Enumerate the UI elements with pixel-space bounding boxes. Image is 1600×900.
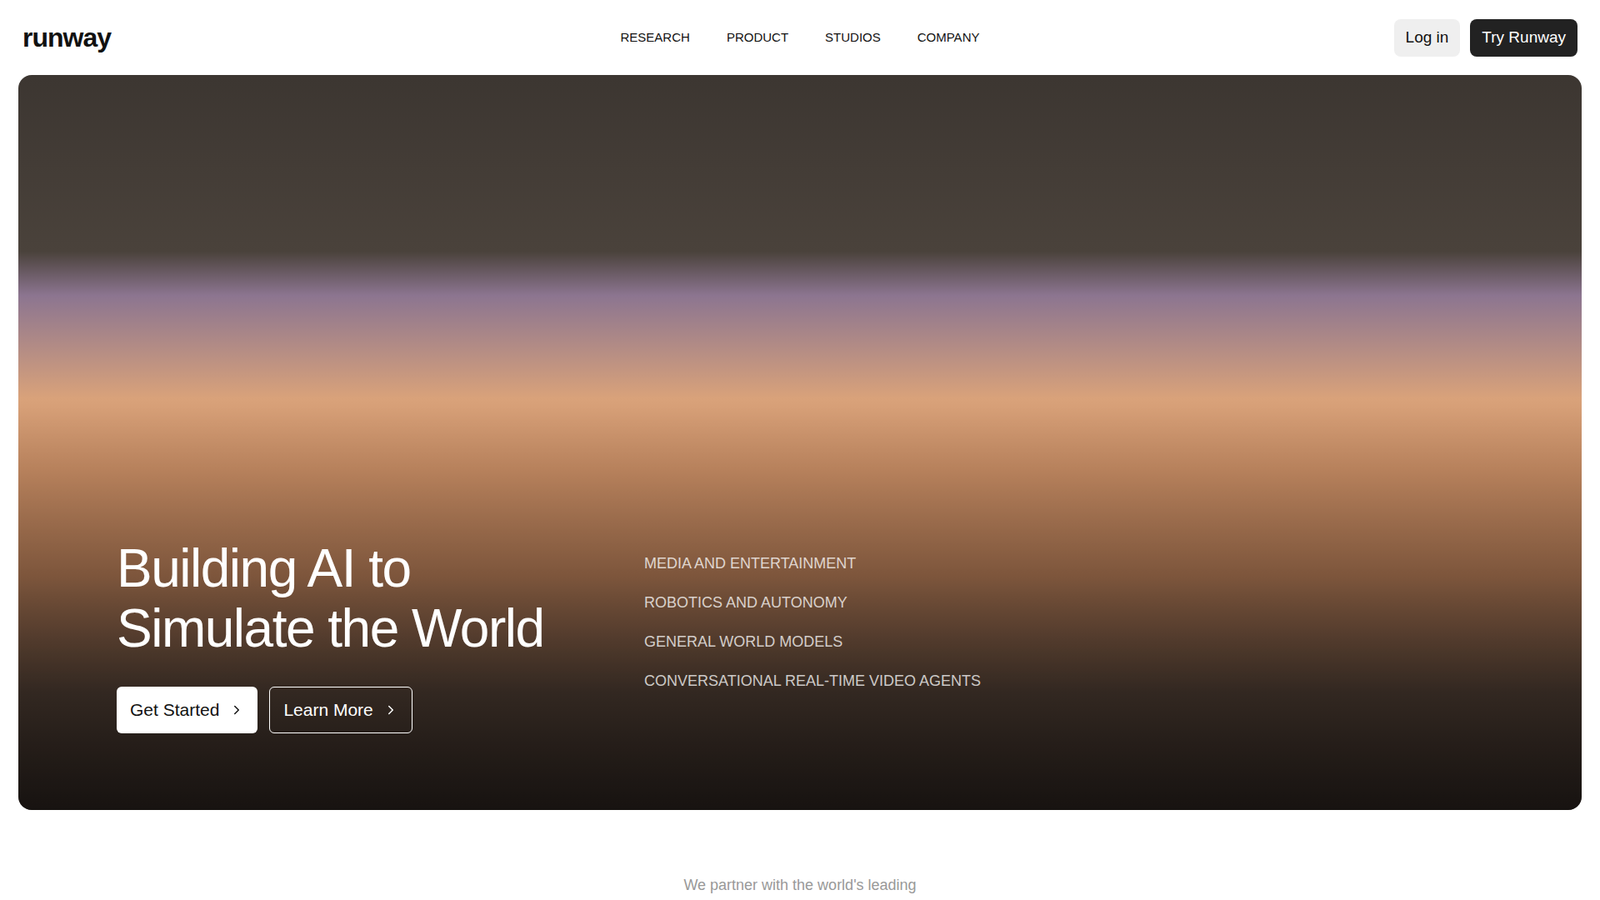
topic-item[interactable]: GENERAL WORLD MODELS: [644, 632, 981, 651]
page: runway RESEARCH PRODUCT STUDIOS COMPANY Log i…: [0, 0, 1600, 900]
try-button[interactable]: Try Runway: [1470, 19, 1578, 57]
nav-item[interactable]: COMPANY: [917, 28, 980, 48]
logo[interactable]: runway: [22, 24, 111, 51]
hero: Building AI toSimulate the World Get Star…: [18, 75, 1582, 810]
get-started-button[interactable]: Get Started: [116, 686, 258, 734]
learn-more-button[interactable]: Learn More: [269, 686, 412, 734]
nav-item[interactable]: PRODUCT: [726, 28, 789, 48]
login-button[interactable]: Log in: [1394, 19, 1461, 57]
nav-item[interactable]: STUDIOS: [825, 28, 881, 48]
main-nav: RESEARCH PRODUCT STUDIOS COMPANY: [540, 28, 1060, 48]
header: runway RESEARCH PRODUCT STUDIOS COMPANY Log i…: [0, 0, 1600, 75]
topic-item[interactable]: ROBOTICS AND AUTONOMY: [644, 593, 981, 612]
chevron-right-icon: [383, 702, 399, 718]
partners-text: We partner with the world's leading: [683, 874, 916, 897]
hero-title: Building AI toSimulate the World: [116, 538, 645, 659]
topic-item[interactable]: MEDIA AND ENTERTAINMENT: [644, 554, 981, 573]
topic-list: MEDIA AND ENTERTAINMENT ROBOTICS AND AUTO…: [644, 554, 981, 690]
topic-item[interactable]: CONVERSATIONAL REAL-TIME VIDEO AGENTS: [644, 671, 981, 690]
nav-item[interactable]: RESEARCH: [620, 28, 690, 48]
chevron-right-icon: [229, 702, 245, 718]
